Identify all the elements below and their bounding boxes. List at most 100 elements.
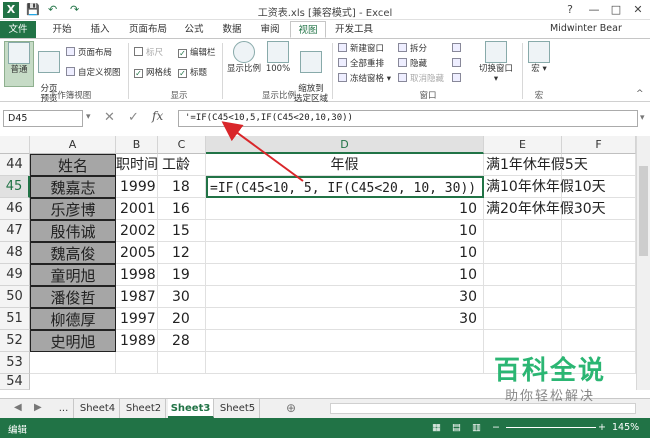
sheet-tab-sheet3[interactable]: Sheet3: [168, 399, 214, 418]
close-button[interactable]: ✕: [628, 2, 648, 18]
cell-c53[interactable]: [158, 352, 206, 374]
row-header[interactable]: 54: [0, 374, 30, 390]
cell-b47[interactable]: 2002: [116, 220, 158, 242]
insert-function-icon[interactable]: fx: [152, 109, 163, 123]
name-box[interactable]: D45: [3, 110, 83, 127]
cell-a51[interactable]: 柳德厚: [30, 308, 116, 330]
cell-d51[interactable]: 30: [206, 308, 484, 330]
freeze-panes-button[interactable]: 冻结窗格 ▾: [338, 73, 391, 85]
cell-b44[interactable]: 职时间: [116, 154, 158, 176]
cell-a53[interactable]: [30, 352, 116, 374]
help-button[interactable]: ?: [560, 2, 580, 18]
cell-a44[interactable]: 姓名: [30, 154, 116, 176]
cell-b46[interactable]: 2001: [116, 198, 158, 220]
cell-e45[interactable]: 满10年休年假10天: [484, 176, 606, 198]
tab-formulas[interactable]: 公式: [176, 21, 212, 38]
cell-c50[interactable]: 30: [158, 286, 206, 308]
cell-f47[interactable]: [562, 220, 636, 242]
gridlines-checkbox[interactable]: ✓ 网格线: [134, 67, 172, 79]
row-header[interactable]: 44: [0, 154, 30, 176]
custom-views-button[interactable]: 自定义视图: [66, 67, 121, 79]
more-sheets-button[interactable]: ...: [54, 399, 74, 418]
cell-d48[interactable]: 10: [206, 242, 484, 264]
cell-b53[interactable]: [116, 352, 158, 374]
cell-f51[interactable]: [562, 308, 636, 330]
cell-c47[interactable]: 15: [158, 220, 206, 242]
row-header[interactable]: 45: [0, 176, 30, 198]
page-layout-status-icon[interactable]: ▤: [452, 422, 461, 433]
sheet-tab-sheet5[interactable]: Sheet5: [216, 399, 260, 418]
row-header[interactable]: 48: [0, 242, 30, 264]
enter-icon[interactable]: ✓: [128, 110, 139, 125]
cancel-icon[interactable]: ✕: [104, 110, 115, 125]
row-header[interactable]: 52: [0, 330, 30, 352]
column-header-e[interactable]: E: [484, 136, 562, 154]
tab-page-layout[interactable]: 页面布局: [122, 21, 174, 38]
cell-b50[interactable]: 1987: [116, 286, 158, 308]
column-header-c[interactable]: C: [158, 136, 206, 154]
reset-window-icon[interactable]: [452, 73, 464, 85]
row-header[interactable]: 50: [0, 286, 30, 308]
row-header[interactable]: 46: [0, 198, 30, 220]
cell-b52[interactable]: 1989: [116, 330, 158, 352]
cell-f50[interactable]: [562, 286, 636, 308]
cell-d44[interactable]: 年假: [206, 154, 484, 176]
cell-c44[interactable]: 工龄: [158, 154, 206, 176]
ruler-checkbox[interactable]: 标尺: [134, 47, 163, 59]
tab-home[interactable]: 开始: [44, 21, 80, 38]
row-header[interactable]: 53: [0, 352, 30, 374]
cell-d53[interactable]: [206, 352, 484, 374]
cell-d46[interactable]: 10: [206, 198, 484, 220]
column-header-a[interactable]: A: [30, 136, 116, 154]
tab-data[interactable]: 数据: [214, 21, 250, 38]
cell-f48[interactable]: [562, 242, 636, 264]
cell-a48[interactable]: 魏高俊: [30, 242, 116, 264]
add-sheet-icon[interactable]: ⊕: [286, 401, 296, 415]
page-layout-view-button[interactable]: 页面布局: [66, 47, 112, 59]
tab-developer[interactable]: 开发工具: [328, 21, 380, 38]
cell-f45[interactable]: [562, 176, 636, 198]
column-header-b[interactable]: B: [116, 136, 158, 154]
tab-file[interactable]: 文件: [0, 21, 36, 38]
cell-f49[interactable]: [562, 264, 636, 286]
cell-a47[interactable]: 殷伟诚: [30, 220, 116, 242]
cell-d52[interactable]: [206, 330, 484, 352]
column-header-d[interactable]: D: [206, 136, 484, 154]
cell-e47[interactable]: [484, 220, 562, 242]
arrange-all-button[interactable]: 全部重排: [338, 58, 384, 70]
zoom-button[interactable]: 显示比例: [226, 41, 262, 87]
cell-e44[interactable]: 满1年休年假5天: [484, 154, 588, 176]
zoom-slider[interactable]: [506, 427, 596, 428]
cell-e46[interactable]: 满20年休年假30天: [484, 198, 606, 220]
cell-c52[interactable]: 28: [158, 330, 206, 352]
cell-b45[interactable]: 1999: [116, 176, 158, 198]
new-window-button[interactable]: 新建窗口: [338, 43, 384, 55]
cell-f44[interactable]: [562, 154, 636, 176]
formula-bar-checkbox[interactable]: ✓ 编辑栏: [178, 47, 216, 59]
zoom-out-icon[interactable]: −: [492, 422, 500, 433]
page-break-preview-button[interactable]: 分页 预览: [36, 41, 62, 104]
cell-e48[interactable]: [484, 242, 562, 264]
expand-formula-icon[interactable]: ▾: [640, 113, 645, 123]
tab-insert[interactable]: 插入: [82, 21, 118, 38]
unhide-button[interactable]: 取消隐藏: [398, 73, 444, 85]
cell-a50[interactable]: 潘俊哲: [30, 286, 116, 308]
tab-view[interactable]: 视图: [290, 21, 326, 38]
cell-b48[interactable]: 2005: [116, 242, 158, 264]
cell-e50[interactable]: [484, 286, 562, 308]
zoom-in-icon[interactable]: +: [598, 422, 606, 433]
horizontal-scrollbar[interactable]: [330, 403, 636, 414]
cell-a49[interactable]: 童明旭: [30, 264, 116, 286]
cell-e49[interactable]: [484, 264, 562, 286]
switch-windows-button[interactable]: 切换窗口 ▾: [476, 41, 516, 87]
tab-review[interactable]: 审阅: [252, 21, 288, 38]
next-sheet-icon[interactable]: ▶: [34, 402, 42, 413]
cell-d49[interactable]: 10: [206, 264, 484, 286]
side-by-side-icon[interactable]: [452, 43, 464, 55]
zoom-100-button[interactable]: 100%: [264, 41, 292, 87]
cell-a52[interactable]: 史明旭: [30, 330, 116, 352]
row-header[interactable]: 49: [0, 264, 30, 286]
maximize-button[interactable]: □: [606, 2, 626, 18]
headings-checkbox[interactable]: ✓ 标题: [178, 67, 207, 79]
cell-c48[interactable]: 12: [158, 242, 206, 264]
